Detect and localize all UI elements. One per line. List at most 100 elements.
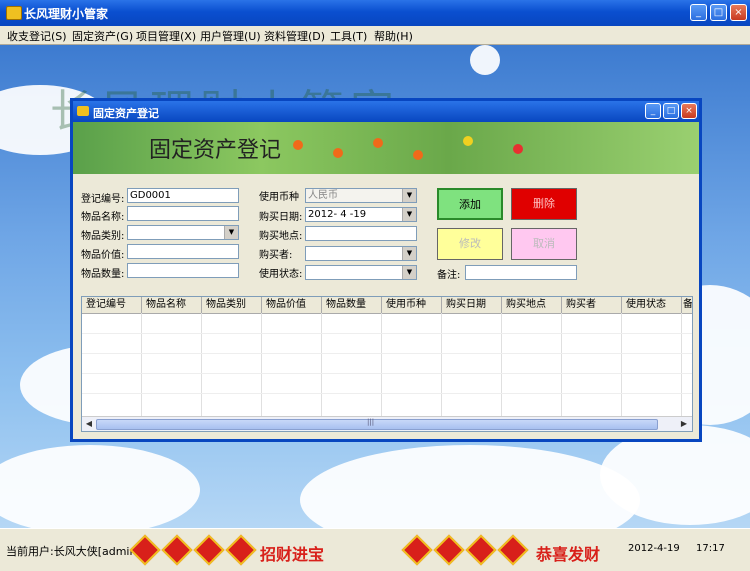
menu-data[interactable]: 资料管理(D) [264, 28, 325, 44]
chevron-down-icon[interactable]: ▼ [224, 226, 238, 239]
add-button[interactable]: 添加 [437, 188, 503, 220]
cloud [470, 45, 500, 75]
status-date: 2012-4-19 [628, 543, 680, 554]
grid-line [141, 313, 142, 417]
grid-line [82, 373, 692, 374]
menu-projects[interactable]: 项目管理(X) [136, 28, 196, 44]
scroll-left-icon[interactable]: ◀ [83, 418, 95, 429]
flower-decoration [373, 138, 383, 148]
flower-decoration [513, 144, 523, 154]
item-category-select[interactable]: ▼ [127, 225, 239, 240]
chevron-down-icon[interactable]: ▼ [402, 247, 416, 260]
edit-button[interactable]: 修改 [437, 228, 503, 260]
grid-line [201, 313, 202, 417]
banner-text-left: 招财进宝 [260, 545, 325, 564]
scroll-right-icon[interactable]: ▶ [678, 418, 690, 429]
delete-button[interactable]: 删除 [511, 188, 577, 220]
menu-help[interactable]: 帮助(H) [374, 28, 413, 44]
buy-date-picker[interactable]: 2012- 4 -19 ▼ [305, 207, 417, 222]
grid-line [441, 313, 442, 417]
grid-line [82, 353, 692, 354]
chevron-down-icon[interactable]: ▼ [402, 266, 416, 279]
grid-line [321, 313, 322, 417]
diamond-ornament [465, 534, 497, 566]
grid-line [501, 313, 502, 417]
diamond-ornament [497, 534, 529, 566]
diamond-ornament [225, 534, 257, 566]
menu-income[interactable]: 收支登记(S) [7, 28, 67, 44]
column-header[interactable]: 物品价值 [262, 297, 322, 313]
column-header[interactable]: 购买者 [562, 297, 622, 313]
grid-line [681, 313, 682, 417]
grid-line [82, 333, 692, 334]
asset-table[interactable]: 登记编号 物品名称 物品类别 物品价值 物品数量 使用币种 购买日期 购买地点 … [81, 296, 693, 432]
column-header[interactable]: 物品名称 [142, 297, 202, 313]
reg-no-label: 登记编号: [81, 194, 125, 205]
banner-text-right: 恭喜发财 [536, 545, 601, 564]
app-titlebar: 长风理财小管家 _ □ × [0, 0, 750, 26]
chevron-down-icon[interactable]: ▼ [402, 189, 416, 202]
diamond-ornament [129, 534, 161, 566]
status-time: 17:17 [696, 543, 725, 554]
flower-decoration [463, 136, 473, 146]
flower-decoration [333, 148, 343, 158]
cancel-button[interactable]: 取消 [511, 228, 577, 260]
column-header[interactable]: 备 [682, 297, 692, 313]
menu-users[interactable]: 用户管理(U) [200, 28, 261, 44]
dialog-header-banner: 固定资产登记 [73, 122, 699, 174]
diamond-ornament [433, 534, 465, 566]
buyer-select[interactable]: ▼ [305, 246, 417, 261]
column-header[interactable]: 登记编号 [82, 297, 142, 313]
dialog-maximize-button[interactable]: □ [663, 103, 679, 119]
dialog-close-button[interactable]: × [681, 103, 697, 119]
item-qty-input[interactable] [127, 263, 239, 278]
horizontal-scrollbar[interactable]: ◀ ||| ▶ [82, 416, 692, 431]
item-qty-label: 物品数量: [81, 269, 125, 280]
column-header[interactable]: 使用状态 [622, 297, 682, 313]
column-header[interactable]: 购买地点 [502, 297, 562, 313]
diamond-ornament [401, 534, 433, 566]
status-select[interactable]: ▼ [305, 265, 417, 280]
cloud [300, 445, 640, 528]
dialog-titlebar: 固定资产登记 _ □ × [73, 101, 699, 122]
flower-decoration [413, 150, 423, 160]
chevron-down-icon[interactable]: ▼ [402, 208, 416, 221]
column-header[interactable]: 物品数量 [322, 297, 382, 313]
status-label: 使用状态: [259, 269, 303, 280]
item-price-input[interactable] [127, 244, 239, 259]
column-header[interactable]: 物品类别 [202, 297, 262, 313]
minimize-button[interactable]: _ [690, 4, 707, 21]
buy-place-input[interactable] [305, 226, 417, 241]
menu-tools[interactable]: 工具(T) [330, 28, 367, 44]
maximize-button[interactable]: □ [710, 4, 727, 21]
grid-line [82, 393, 692, 394]
close-button[interactable]: × [730, 4, 747, 21]
scroll-thumb[interactable]: ||| [96, 418, 658, 430]
buyer-label: 购买者: [259, 250, 293, 261]
fixed-asset-dialog: 固定资产登记 _ □ × 固定资产登记 登记编号: GD0001 物品名称: 物… [70, 98, 702, 442]
dialog-title: 固定资产登记 [93, 107, 159, 120]
dialog-icon [77, 106, 89, 116]
currency-label: 使用币种 [259, 192, 299, 203]
current-user: 当前用户:长风大侠[admin [6, 545, 137, 558]
dialog-minimize-button[interactable]: _ [645, 103, 661, 119]
reg-no-input[interactable]: GD0001 [127, 188, 239, 203]
app-title: 长风理财小管家 [24, 7, 109, 21]
grid-line [381, 313, 382, 417]
item-category-label: 物品类别: [81, 231, 125, 242]
column-header[interactable]: 购买日期 [442, 297, 502, 313]
item-name-label: 物品名称: [81, 212, 125, 223]
note-input[interactable] [465, 265, 577, 280]
buy-date-value: 2012- 4 -19 [308, 209, 367, 220]
buy-date-label: 购买日期: [259, 212, 303, 223]
column-header[interactable]: 使用币种 [382, 297, 442, 313]
grid-line [561, 313, 562, 417]
currency-select[interactable]: 人民币 ▼ [305, 188, 417, 203]
menu-bar: 收支登记(S) 固定资产(G) 项目管理(X) 用户管理(U) 资料管理(D) … [0, 26, 750, 45]
grid-line [261, 313, 262, 417]
dialog-header-title: 固定资产登记 [149, 138, 282, 163]
item-name-input[interactable] [127, 206, 239, 221]
currency-value: 人民币 [308, 190, 338, 201]
note-label: 备注: [437, 270, 461, 281]
menu-fixed-assets[interactable]: 固定资产(G) [72, 28, 133, 44]
